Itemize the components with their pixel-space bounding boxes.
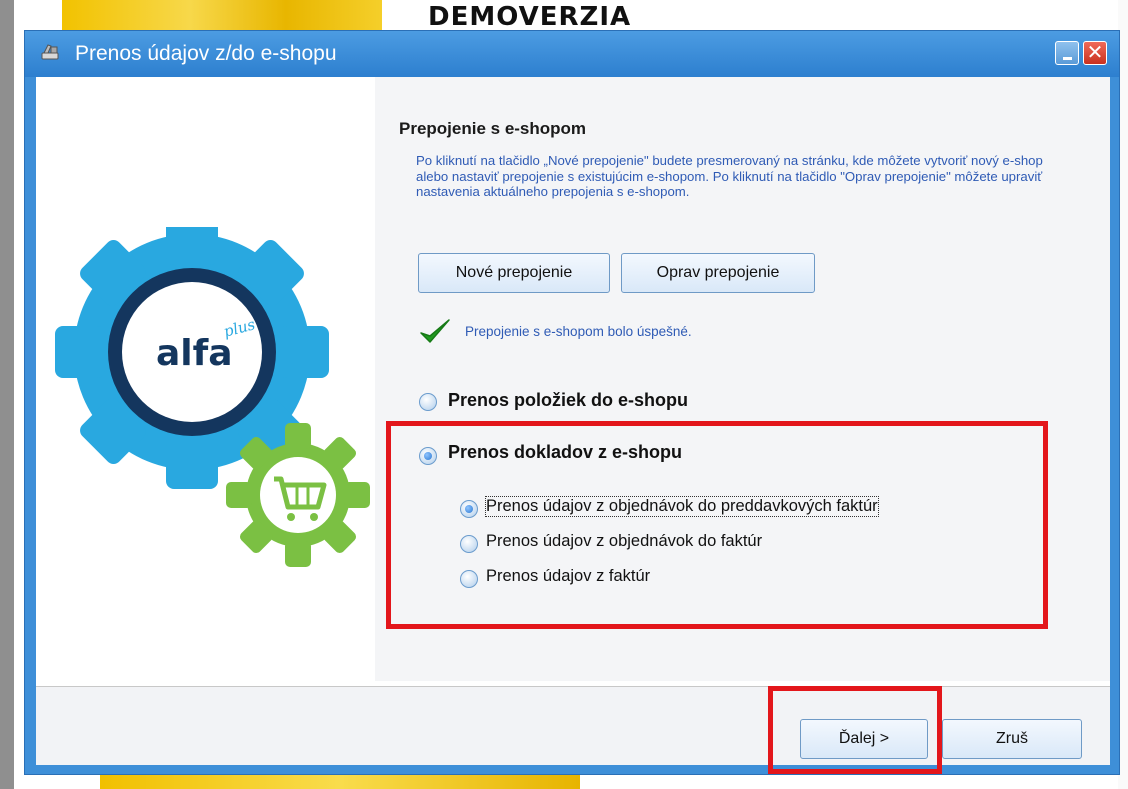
svg-text:alfa: alfa bbox=[156, 333, 233, 374]
background-title: DEMOVERZIA bbox=[428, 2, 632, 32]
cancel-button[interactable]: Zruš bbox=[942, 719, 1082, 759]
connection-status: Prepojenie s e-shopom bolo úspešné. bbox=[465, 324, 692, 339]
footer-bar: Ďalej > Zruš bbox=[36, 687, 1110, 765]
title-bar[interactable]: Prenos údajov z/do e-shopu ✕ bbox=[25, 31, 1119, 77]
transfer-dialog: Prenos údajov z/do e-shopu ✕ alfa plus P… bbox=[24, 30, 1120, 775]
logo-panel: alfa plus bbox=[36, 77, 375, 681]
tools-icon bbox=[39, 42, 61, 64]
export-items-label[interactable]: Prenos položiek do e-shopu bbox=[448, 390, 688, 411]
background-app-edge bbox=[0, 0, 14, 789]
new-connection-button[interactable]: Nové prepojenie bbox=[418, 253, 610, 293]
fix-connection-button[interactable]: Oprav prepojenie bbox=[621, 253, 815, 293]
close-button[interactable]: ✕ bbox=[1083, 41, 1107, 65]
highlight-next-button bbox=[768, 686, 942, 774]
section-heading: Prepojenie s e-shopom bbox=[399, 119, 587, 138]
section-description: Po kliknutí na tlačidlo „Nové prepojenie… bbox=[416, 153, 1043, 199]
close-icon: ✕ bbox=[1086, 40, 1104, 64]
checkmark-icon bbox=[418, 317, 452, 351]
export-items-radio[interactable] bbox=[419, 393, 437, 411]
shopping-cart-icon bbox=[226, 423, 370, 567]
window-title: Prenos údajov z/do e-shopu bbox=[75, 42, 337, 65]
minimize-button[interactable] bbox=[1055, 41, 1079, 65]
alfa-plus-logo: alfa plus bbox=[52, 215, 382, 571]
highlight-import-options bbox=[386, 421, 1048, 629]
